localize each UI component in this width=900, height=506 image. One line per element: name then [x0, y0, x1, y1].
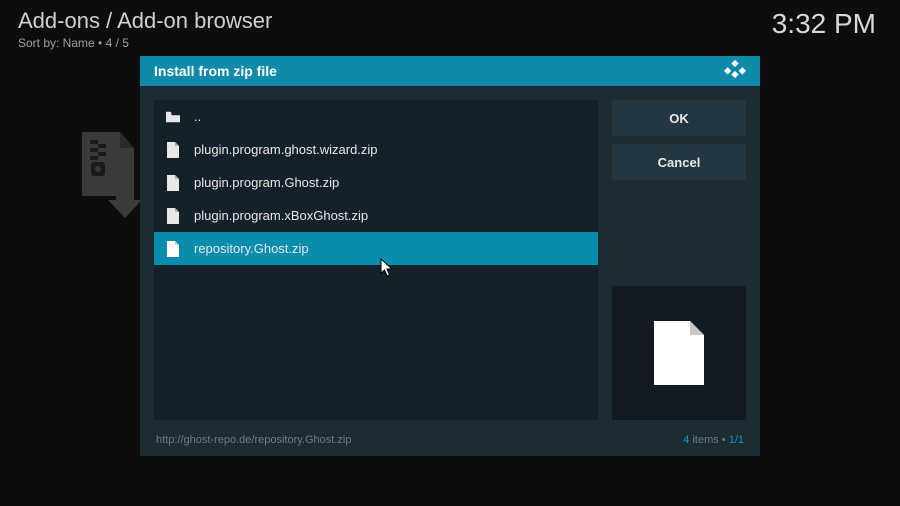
file-item[interactable]: plugin.program.xBoxGhost.zip	[154, 199, 598, 232]
file-icon	[166, 141, 180, 159]
footer-path: http://ghost-repo.de/repository.Ghost.zi…	[156, 434, 351, 446]
file-preview	[612, 286, 746, 420]
file-label: plugin.program.Ghost.zip	[194, 175, 339, 190]
ok-button[interactable]: OK	[612, 100, 746, 136]
file-icon	[166, 174, 180, 192]
dialog-footer: http://ghost-repo.de/repository.Ghost.zi…	[140, 434, 760, 456]
dialog-title: Install from zip file	[154, 63, 277, 79]
folder-icon	[166, 108, 180, 126]
file-item[interactable]: plugin.program.ghost.wizard.zip	[154, 133, 598, 166]
cancel-button[interactable]: Cancel	[612, 144, 746, 180]
file-label: plugin.program.xBoxGhost.zip	[194, 208, 368, 223]
file-item-selected[interactable]: repository.Ghost.zip	[154, 232, 598, 265]
footer-count: 4 items • 1/1	[683, 434, 744, 446]
sort-info: Sort by: Name • 4 / 5	[18, 36, 129, 50]
zip-download-icon	[76, 130, 146, 220]
clock: 3:32 PM	[772, 8, 876, 40]
file-label: plugin.program.ghost.wizard.zip	[194, 142, 378, 157]
kodi-logo-icon	[724, 58, 746, 85]
file-list: .. plugin.program.ghost.wizard.zip plugi…	[154, 100, 598, 420]
parent-directory-item[interactable]: ..	[154, 100, 598, 133]
install-zip-dialog: Install from zip file .. plugin.program.…	[140, 56, 760, 456]
dialog-header: Install from zip file	[140, 56, 760, 86]
dialog-body: .. plugin.program.ghost.wizard.zip plugi…	[140, 86, 760, 434]
file-label: ..	[194, 109, 201, 124]
file-item[interactable]: plugin.program.Ghost.zip	[154, 166, 598, 199]
file-icon	[166, 240, 180, 258]
file-label: repository.Ghost.zip	[194, 241, 309, 256]
breadcrumb: Add-ons / Add-on browser	[18, 8, 272, 34]
file-icon	[166, 207, 180, 225]
dialog-actions: OK Cancel	[612, 100, 746, 420]
